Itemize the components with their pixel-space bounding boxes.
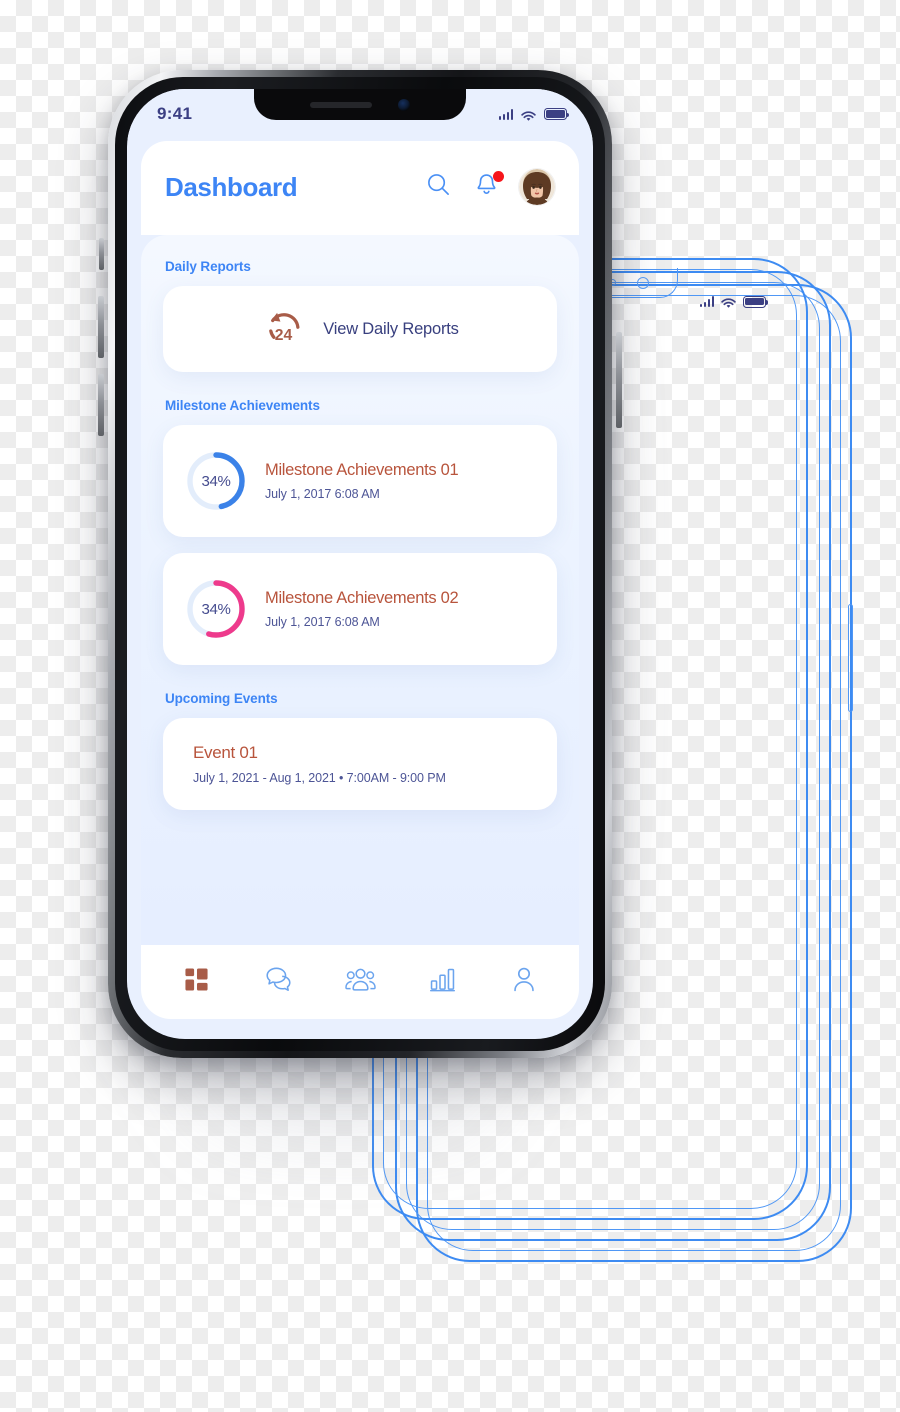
milestone-card-1-texts: Milestone Achievements 01 July 1, 2017 6… <box>265 461 459 501</box>
header-actions <box>423 169 555 205</box>
section-title-upcoming-events: Upcoming Events <box>165 691 278 706</box>
nav-item-analytics[interactable] <box>420 960 464 1004</box>
nav-item-people[interactable] <box>338 960 382 1004</box>
page-title: Dashboard <box>165 171 298 202</box>
signal-icon <box>699 296 714 308</box>
svg-text:24: 24 <box>275 326 293 343</box>
volume-down-button[interactable] <box>98 374 104 436</box>
battery-icon <box>544 108 570 120</box>
progress-ring-2: 34% <box>185 578 247 640</box>
search-icon <box>426 172 451 202</box>
nav-item-chat[interactable] <box>256 960 300 1004</box>
section-title-daily-reports: Daily Reports <box>165 259 251 274</box>
people-group-icon <box>344 967 376 997</box>
dashboard-grid-icon <box>184 967 209 997</box>
silent-switch-button[interactable] <box>99 238 104 270</box>
milestone-card-2-texts: Milestone Achievements 02 July 1, 2017 6… <box>265 589 459 629</box>
volume-up-button[interactable] <box>98 296 104 358</box>
nav-item-dashboard[interactable] <box>174 960 218 1004</box>
battery-icon <box>743 296 769 308</box>
signal-icon <box>498 108 513 120</box>
avatar[interactable] <box>519 169 555 205</box>
phone-notch <box>254 89 466 120</box>
search-button[interactable] <box>423 172 453 202</box>
user-profile-icon <box>512 966 536 998</box>
progress-ring-1: 34% <box>185 450 247 512</box>
milestone-card-1-date: July 1, 2017 6:08 AM <box>265 487 380 501</box>
notifications-button[interactable] <box>471 171 504 202</box>
wireframe-phone-3-side-button <box>848 604 853 712</box>
phone-device-frame: 9:41 Dashboard Daily Reports 24 View Dai… <box>98 70 622 1058</box>
dashboard-content: Daily Reports 24 View Daily Reports Mile… <box>141 235 579 945</box>
phone-bezel: 9:41 Dashboard Daily Reports 24 View Dai… <box>115 77 605 1051</box>
app-header: Dashboard <box>141 141 579 235</box>
phone-screen: 9:41 Dashboard Daily Reports 24 View Dai… <box>127 89 593 1039</box>
view-daily-reports-label: View Daily Reports <box>323 319 459 338</box>
milestone-card-1-title: Milestone Achievements 01 <box>265 461 459 479</box>
front-camera-icon <box>398 98 410 111</box>
bar-chart-icon <box>429 967 455 997</box>
wireframe-status-icons <box>699 296 769 308</box>
milestone-card-2-date: July 1, 2017 6:08 AM <box>265 615 380 629</box>
scene: 9:41 Dashboard Daily Reports 24 View Dai… <box>0 0 900 1412</box>
section-title-milestone-achievements: Milestone Achievements <box>165 398 320 413</box>
view-daily-reports-button[interactable]: 24 View Daily Reports <box>163 286 557 372</box>
wireframe-camera-icon <box>637 277 649 289</box>
bottom-navigation-bar <box>141 945 579 1019</box>
event-card-1[interactable]: Event 01 July 1, 2021 - Aug 1, 2021 • 7:… <box>163 718 557 810</box>
24-hours-icon: 24 <box>261 307 305 352</box>
event-card-1-meta: July 1, 2021 - Aug 1, 2021 • 7:00AM - 9:… <box>193 771 446 785</box>
progress-ring-2-percent: 34% <box>201 600 231 618</box>
notification-badge <box>493 171 504 182</box>
earpiece-speaker-icon <box>310 101 372 108</box>
event-card-1-title: Event 01 <box>193 743 258 762</box>
milestone-card-1[interactable]: 34% Milestone Achievements 01 July 1, 20… <box>163 425 557 537</box>
nav-item-profile[interactable] <box>502 960 546 1004</box>
wifi-icon <box>721 296 736 308</box>
status-bar-icons <box>498 108 570 121</box>
milestone-card-2-title: Milestone Achievements 02 <box>265 589 459 607</box>
progress-ring-1-percent: 34% <box>201 472 231 490</box>
wifi-icon <box>521 109 536 121</box>
power-button[interactable] <box>616 332 622 428</box>
chat-bubbles-icon <box>264 966 293 998</box>
milestone-card-2[interactable]: 34% Milestone Achievements 02 July 1, 20… <box>163 553 557 665</box>
status-bar-clock: 9:41 <box>157 104 193 123</box>
